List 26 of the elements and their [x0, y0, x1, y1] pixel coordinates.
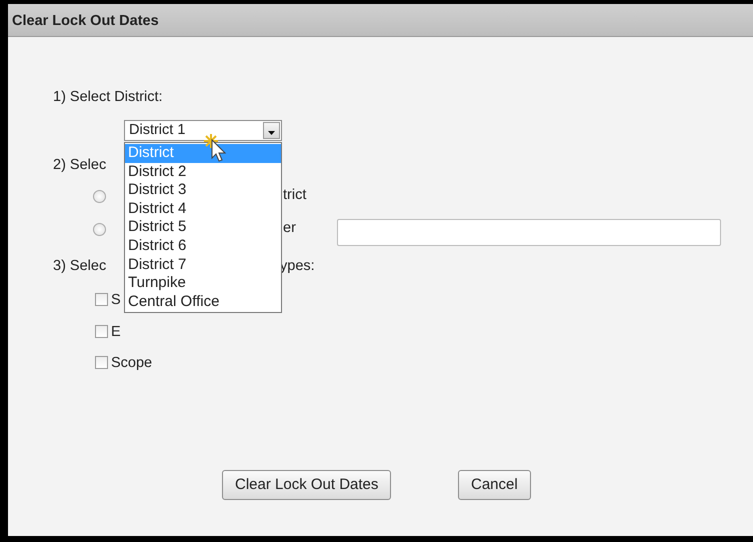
checkbox-label: S	[111, 291, 121, 310]
dialog-button[interactable]: Clear Lock Out Dates	[222, 470, 392, 500]
radio-button[interactable]	[93, 223, 106, 236]
step-label: 1) Select District:	[53, 88, 163, 107]
checkbox-label: Scope	[111, 354, 152, 373]
dropdown-option[interactable]: District 4	[125, 200, 281, 218]
dropdown-option[interactable]: Central Office	[125, 292, 281, 312]
dropdown-option[interactable]: District 2	[125, 162, 281, 182]
checkbox[interactable]	[95, 356, 108, 369]
checkbox-label: E	[111, 322, 121, 342]
step-label: 2) Selec	[53, 156, 106, 175]
step-label: 3) Selec	[53, 257, 106, 276]
radio-label: trict	[283, 186, 306, 205]
district-select[interactable]: District 1	[124, 120, 282, 141]
dropdown-option[interactable]: District 5	[125, 218, 281, 237]
window-title: Clear Lock Out Dates	[8, 4, 753, 37]
dropdown-option[interactable]: District 3	[125, 181, 281, 200]
dropdown-option[interactable]: Turnpike	[125, 274, 281, 293]
dropdown-option[interactable]: District 6	[125, 236, 281, 256]
radio-label: er	[283, 219, 296, 238]
checkbox[interactable]	[95, 293, 108, 306]
dialog-button[interactable]: Cancel	[458, 470, 531, 500]
dropdown-option[interactable]: District 7	[125, 256, 281, 274]
text-field[interactable]	[337, 219, 721, 246]
radio-button[interactable]	[93, 190, 106, 203]
checkbox[interactable]	[95, 324, 108, 338]
